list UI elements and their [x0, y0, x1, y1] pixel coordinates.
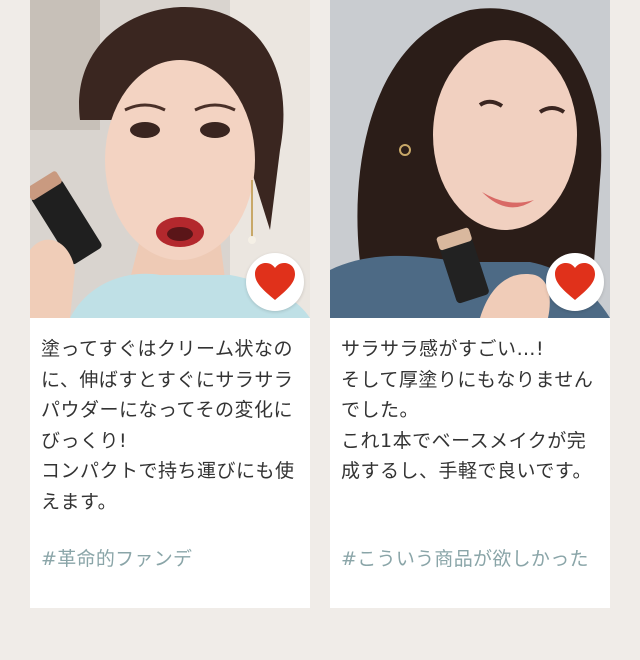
heart-icon: [555, 263, 595, 300]
review-comment: サラサラ感がすごい…! そして厚塗りにもなりませんでした。 これ1本でベースメイ…: [341, 338, 594, 482]
review-cards: 塗ってすぐはクリーム状なのに、伸ばすとすぐにサラサラパウダーになってその変化にび…: [0, 0, 640, 660]
heart-icon: [255, 263, 295, 300]
review-hashtag[interactable]: #こういう商品が欲しかった: [341, 544, 589, 571]
like-button[interactable]: [246, 253, 304, 311]
review-comment: 塗ってすぐはクリーム状なのに、伸ばすとすぐにサラサラパウダーになってその変化にび…: [41, 338, 295, 513]
review-card: 塗ってすぐはクリーム状なのに、伸ばすとすぐにサラサラパウダーになってその変化にび…: [30, 0, 310, 608]
review-hashtag[interactable]: #革命的ファンデ: [41, 544, 192, 571]
like-button[interactable]: [546, 253, 604, 311]
review-card: サラサラ感がすごい…! そして厚塗りにもなりませんでした。 これ1本でベースメイ…: [330, 0, 610, 608]
